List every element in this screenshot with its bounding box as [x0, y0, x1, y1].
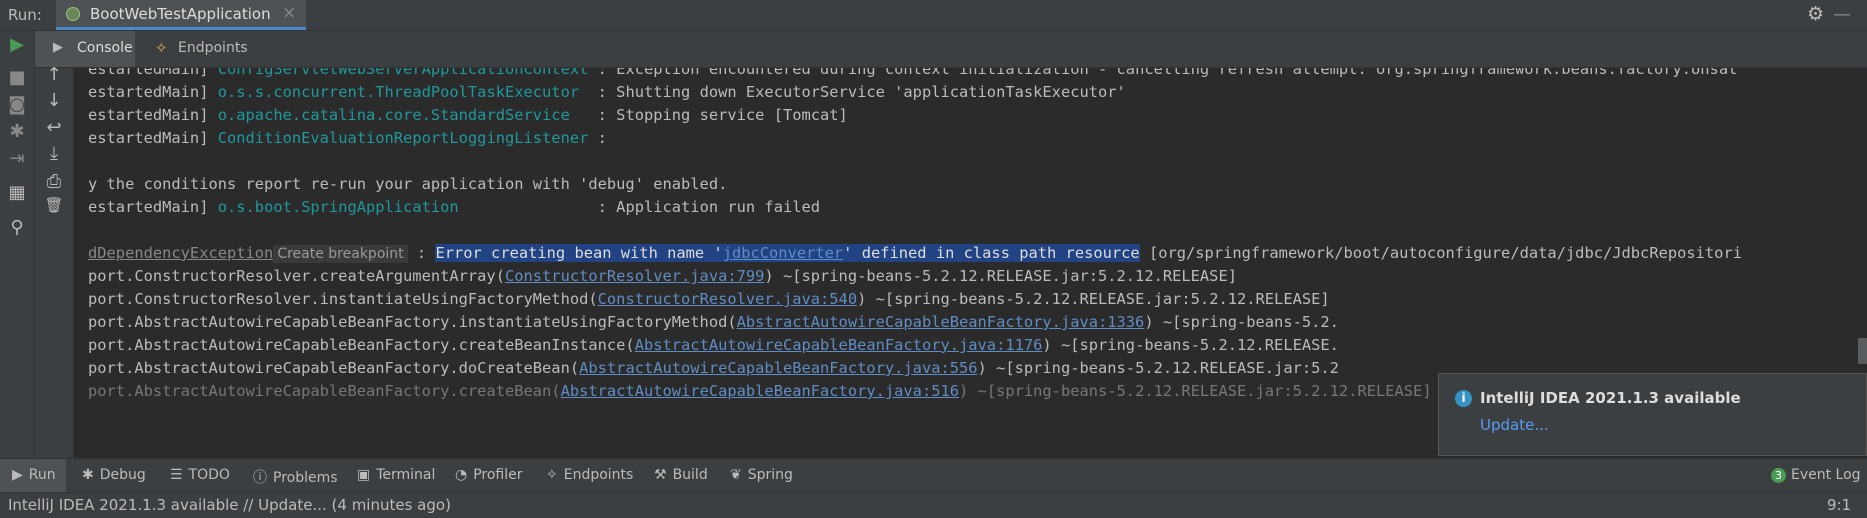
scrollbar-thumb[interactable]	[1858, 338, 1867, 364]
arrow-up-icon[interactable]: ↑	[35, 64, 73, 85]
gear-icon[interactable]: ⚙	[1807, 3, 1824, 25]
tab-boot-web-test-application[interactable]: BootWebTestApplication ×	[56, 0, 306, 30]
tab-debug[interactable]: ✱ Debug	[82, 467, 146, 483]
update-notification: i IntelliJ IDEA 2021.1.3 available Updat…	[1438, 373, 1867, 456]
endpoints-icon[interactable]: ✧	[155, 39, 168, 57]
console-line: estartedMain] ConfigServletWebServerAppl…	[88, 68, 1738, 78]
console-line: estartedMain] o.apache.catalina.core.Sta…	[88, 106, 848, 124]
list-icon: ☰	[170, 467, 183, 483]
run-tool-window-header: Run: BootWebTestApplication × ⚙ —	[0, 0, 1867, 31]
minimize-icon[interactable]: —	[1833, 4, 1851, 25]
stack-trace-line: port.AbstractAutowireCapableBeanFactory.…	[88, 382, 1432, 400]
arrow-down-icon[interactable]: ↓	[35, 90, 73, 111]
run-label: Run:	[8, 6, 42, 24]
status-message[interactable]: IntelliJ IDEA 2021.1.3 available // Upda…	[8, 496, 451, 514]
tab-run[interactable]: ▶ Run	[12, 467, 56, 483]
tab-terminal[interactable]: ▣ Terminal	[357, 467, 435, 483]
stack-trace-line: port.AbstractAutowireCapableBeanFactory.…	[88, 336, 1339, 354]
exception-class-link[interactable]: dDependencyException	[88, 244, 273, 262]
bug-icon: ✱	[82, 467, 94, 483]
jdbc-converter-link[interactable]: jdbcConverter	[723, 244, 843, 262]
stop-icon[interactable]: ■	[0, 67, 34, 88]
tool-window-bar: ▶ Run ✱ Debug ☰ TODO ⓘ Problems ▣ Terminal ◔ P…	[0, 458, 1867, 493]
run-toolbar: ▶ ■ ◙ ✱ ⇥ ▦ ⚲	[0, 31, 35, 458]
console-toolbar: ↑ ↓ ↩ ⤓ ⎙ 🗑	[35, 64, 74, 458]
close-icon[interactable]: ×	[282, 3, 296, 23]
source-link[interactable]: ConstructorResolver.java:540	[598, 290, 857, 308]
console-subtabs: ▶ Console ✧ Endpoints	[35, 31, 1867, 68]
source-link[interactable]: AbstractAutowireCapableBeanFactory.java:…	[737, 313, 1145, 331]
event-log-badge: 3	[1771, 468, 1786, 483]
camera-icon[interactable]: ◙	[0, 94, 34, 115]
tab-endpoints[interactable]: Endpoints	[178, 40, 248, 56]
tab-build[interactable]: ⚒ Build	[654, 467, 708, 483]
exception-line: dDependencyException Create breakpoint : …	[88, 244, 1742, 263]
stack-trace-line: port.ConstructorResolver.createArgumentA…	[88, 267, 1237, 285]
tab-console[interactable]: ▶ Console	[35, 31, 135, 67]
run-icon: ▶	[12, 467, 23, 483]
exit-icon[interactable]: ⇥	[0, 148, 34, 169]
source-link[interactable]: ConstructorResolver.java:799	[505, 267, 764, 285]
notification-title: IntelliJ IDEA 2021.1.3 available	[1480, 389, 1741, 407]
tab-console-label: Console	[77, 40, 133, 56]
run-tab-title: BootWebTestApplication	[90, 5, 271, 23]
layout-icon[interactable]: ▦	[0, 182, 34, 203]
console-line: y the conditions report re-run your appl…	[88, 175, 728, 193]
caret-position[interactable]: 9:1	[1827, 496, 1851, 514]
trash-icon[interactable]: 🗑	[35, 196, 73, 214]
soft-wrap-icon[interactable]: ↩	[35, 117, 73, 138]
stack-trace-line: port.AbstractAutowireCapableBeanFactory.…	[88, 359, 1339, 377]
status-bar: IntelliJ IDEA 2021.1.3 available // Upda…	[0, 492, 1867, 518]
update-link[interactable]: Update...	[1480, 416, 1549, 434]
endpoints-icon: ✧	[546, 467, 558, 483]
info-icon: i	[1455, 390, 1472, 407]
hammer-icon: ⚒	[654, 467, 667, 483]
terminal-icon: ▣	[357, 467, 371, 483]
run-icon[interactable]: ▶	[0, 34, 34, 55]
console-line: estartedMain] o.s.s.concurrent.ThreadPoo…	[88, 83, 1126, 101]
source-link[interactable]: AbstractAutowireCapableBeanFactory.java:…	[635, 336, 1043, 354]
scroll-to-end-icon[interactable]: ⤓	[35, 143, 73, 164]
console-line: estartedMain] o.s.boot.SpringApplication…	[88, 198, 821, 216]
spring-icon: ❦	[730, 467, 742, 483]
source-link[interactable]: AbstractAutowireCapableBeanFactory.java:…	[579, 359, 977, 377]
tab-spring[interactable]: ❦ Spring	[730, 467, 793, 483]
selected-text: Error creating bean with name 'jdbcConve…	[435, 244, 1140, 262]
print-icon[interactable]: ⎙	[35, 171, 73, 192]
tab-problems[interactable]: ⓘ Problems	[253, 467, 338, 487]
stack-trace-line: port.AbstractAutowireCapableBeanFactory.…	[88, 313, 1339, 331]
bug-icon[interactable]: ✱	[0, 121, 34, 142]
console-line: estartedMain] ConditionEvaluationReportL…	[88, 129, 607, 147]
source-link[interactable]: AbstractAutowireCapableBeanFactory.java:…	[561, 382, 959, 400]
create-breakpoint-button[interactable]: Create breakpoint	[273, 245, 408, 263]
tab-event-log[interactable]: 3 Event Log	[1771, 467, 1861, 483]
tab-endpoints-bottom[interactable]: ✧ Endpoints	[546, 467, 633, 483]
tab-profiler[interactable]: ◔ Profiler	[455, 467, 523, 483]
spring-boot-icon	[66, 7, 80, 21]
profiler-icon: ◔	[455, 467, 468, 483]
tab-todo[interactable]: ☰ TODO	[170, 467, 230, 483]
problems-icon: ⓘ	[253, 470, 267, 486]
console-icon: ▶	[53, 40, 63, 55]
pin-icon[interactable]: ⚲	[0, 217, 34, 238]
stack-trace-line: port.ConstructorResolver.instantiateUsin…	[88, 290, 1330, 308]
